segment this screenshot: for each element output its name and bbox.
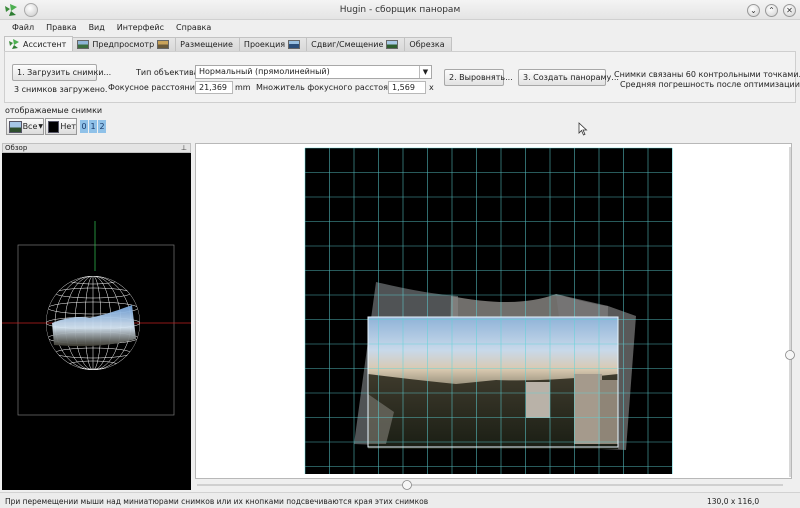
minimize-button[interactable]: ⌄ bbox=[747, 4, 760, 17]
tab-crop[interactable]: Обрезка bbox=[404, 37, 452, 51]
building-1 bbox=[526, 382, 550, 418]
tab-label: Предпросмотр bbox=[92, 40, 155, 49]
horizontal-slider-handle[interactable] bbox=[402, 480, 412, 490]
preview-icon bbox=[77, 40, 90, 49]
image-toggle-1[interactable]: 1 bbox=[89, 120, 97, 133]
tab-label: Обрезка bbox=[409, 40, 445, 49]
overview-canvas[interactable] bbox=[2, 153, 191, 490]
show-all-button[interactable]: Все ▼ bbox=[6, 118, 44, 135]
panorama-canvas bbox=[304, 147, 673, 474]
tab-label: Размещение bbox=[180, 40, 233, 49]
control-points-info: Снимки связаны 60 контрольными точками. bbox=[614, 70, 800, 79]
sphere-grid bbox=[46, 276, 140, 370]
tab-move-drag[interactable]: Сдвиг/Смещение bbox=[306, 37, 406, 51]
status-dimensions: 130,0 x 116,0 bbox=[707, 497, 760, 506]
loaded-status: 3 снимков загружено. bbox=[14, 85, 108, 94]
tab-bar: Ассистент Предпросмотр Размещение Проекц… bbox=[4, 36, 452, 51]
vertical-slider[interactable] bbox=[784, 145, 796, 479]
image-toggle-group: 0 1 2 bbox=[80, 120, 107, 133]
show-none-button[interactable]: Нет bbox=[45, 118, 77, 135]
crop-factor-field[interactable]: 1,569 bbox=[388, 81, 426, 94]
image-toggle-2[interactable]: 2 bbox=[98, 120, 106, 133]
tab-label: Ассистент bbox=[23, 39, 67, 49]
window-title: Hugin - сборщик панорам bbox=[339, 5, 461, 15]
building-3 bbox=[600, 380, 618, 444]
overview-title: Обзор bbox=[5, 144, 28, 152]
panorama-preview[interactable] bbox=[195, 143, 792, 479]
chevron-down-icon[interactable]: ▼ bbox=[419, 66, 431, 78]
chevron-down-icon[interactable]: ▼ bbox=[38, 123, 43, 130]
tab-label: Сдвиг/Смещение bbox=[311, 40, 384, 49]
show-all-label: Все bbox=[22, 122, 38, 131]
hugin-logo-icon bbox=[9, 39, 19, 49]
align-button[interactable]: 2. Выровнять... bbox=[444, 69, 513, 86]
building-2 bbox=[574, 374, 602, 444]
vertical-slider-handle[interactable] bbox=[785, 350, 795, 360]
move-drag-icon bbox=[386, 40, 399, 49]
menu-edit[interactable]: Правка bbox=[44, 23, 78, 32]
crop-factor-unit: x bbox=[429, 83, 434, 92]
menu-interface[interactable]: Интерфейс bbox=[115, 23, 166, 32]
maximize-button[interactable]: ⌃ bbox=[765, 4, 778, 17]
displayed-images-label: отображаемые снимки bbox=[5, 106, 103, 115]
empty-image-icon bbox=[48, 120, 60, 133]
image-toggle-0[interactable]: 0 bbox=[80, 120, 88, 133]
show-none-label: Нет bbox=[60, 122, 76, 131]
lens-type-select[interactable]: Нормальный (прямолинейный) ▼ bbox=[195, 65, 432, 79]
menu-view[interactable]: Вид bbox=[87, 23, 107, 32]
focal-length-label: Фокусное расстояние: bbox=[108, 83, 203, 92]
tab-projection[interactable]: Проекция bbox=[238, 37, 308, 51]
tab-layout[interactable]: Размещение bbox=[175, 37, 240, 51]
horizontal-slider[interactable] bbox=[195, 480, 785, 490]
overview-header: Обзор ⊥ bbox=[2, 143, 191, 153]
title-bar: Hugin - сборщик панорам ⌄ ⌃ ✕ bbox=[0, 0, 800, 20]
status-message: При перемещении мыши над миниатюрами сни… bbox=[5, 497, 429, 506]
menu-bar: Файл Правка Вид Интерфейс Справка bbox=[0, 20, 800, 35]
projection-icon bbox=[288, 40, 301, 49]
assistant-panel: 1. Загрузить снимки... 3 снимков загруже… bbox=[4, 51, 800, 103]
tab-preview[interactable]: Предпросмотр bbox=[72, 37, 177, 51]
hugin-window: Hugin - сборщик панорам ⌄ ⌃ ✕ Файл Правк… bbox=[0, 0, 800, 508]
lens-type-value: Нормальный (прямолинейный) bbox=[199, 67, 330, 76]
mouse-cursor-icon bbox=[578, 122, 588, 136]
focal-length-field[interactable]: 21,369 bbox=[195, 81, 233, 94]
close-button[interactable]: ✕ bbox=[783, 4, 796, 17]
menu-file[interactable]: Файл bbox=[10, 23, 36, 32]
menu-help[interactable]: Справка bbox=[174, 23, 213, 32]
tab-assistant[interactable]: Ассистент bbox=[4, 36, 74, 51]
pin-icon[interactable]: ⊥ bbox=[181, 144, 187, 152]
optimization-error-info: Средняя погрешность после оптимизации: bbox=[620, 80, 800, 89]
load-images-button[interactable]: 1. Загрузить снимки... bbox=[12, 64, 111, 81]
lens-type-label: Тип объектива: bbox=[136, 68, 202, 77]
status-bar: При перемещении мыши над миниатюрами сни… bbox=[0, 492, 800, 508]
crop-factor-label: Множитель фокусного расстояния: bbox=[256, 83, 406, 92]
focal-length-unit: mm bbox=[235, 83, 251, 92]
overview-sphere bbox=[2, 221, 191, 416]
image-thumbnail-icon bbox=[9, 120, 22, 133]
fast-preview-icon bbox=[157, 40, 170, 49]
tab-label: Проекция bbox=[243, 40, 286, 49]
create-panorama-button[interactable]: 3. Создать панораму... bbox=[518, 69, 619, 86]
